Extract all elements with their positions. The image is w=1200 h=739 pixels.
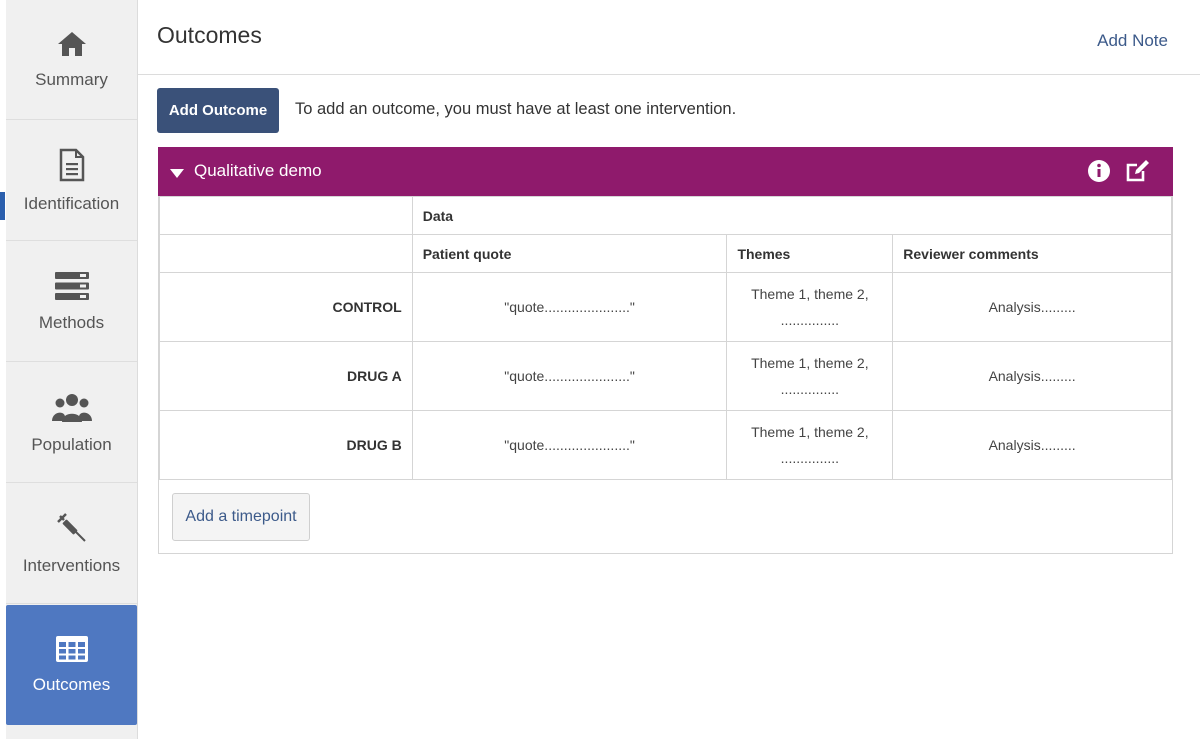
themes-cell[interactable]: Theme 1, theme 2,............... — [726, 341, 894, 411]
users-icon — [51, 391, 92, 423]
sidebar-item-label: Population — [31, 434, 112, 454]
server-icon — [54, 271, 90, 301]
home-icon — [56, 30, 88, 58]
outcome-table: Data Patient quote Themes Reviewer comme… — [159, 196, 1173, 480]
edit-icon[interactable] — [1125, 158, 1151, 189]
table-column-header-row: Patient quote Themes Reviewer comments — [159, 234, 1172, 273]
table-icon — [55, 635, 89, 663]
row-label: DRUG B — [159, 410, 413, 480]
empty-header-cell — [159, 196, 413, 235]
page-title: Outcomes — [157, 22, 262, 48]
outcome-title: Qualitative demo — [194, 161, 322, 180]
data-group-header: Data — [411, 196, 1173, 235]
comment-cell[interactable]: Analysis......... — [892, 410, 1172, 480]
column-header-patient-quote: Patient quote — [411, 234, 728, 273]
edge-marker — [0, 192, 5, 220]
table-group-header-row: Data — [159, 196, 1173, 235]
add-timepoint-button[interactable]: Add a timepoint — [172, 493, 310, 541]
info-icon[interactable] — [1087, 159, 1111, 188]
add-outcome-hint: To add an outcome, you must have at leas… — [295, 100, 737, 118]
quote-cell[interactable]: "quote......................" — [411, 410, 728, 480]
themes-line: Theme 1, theme 2, — [751, 286, 869, 302]
table-row: DRUG A "quote......................" The… — [159, 341, 1172, 411]
themes-line: ............... — [780, 312, 840, 328]
themes-line: Theme 1, theme 2, — [751, 355, 869, 371]
sidebar-item-interventions[interactable]: Interventions — [6, 484, 137, 604]
sidebar-item-population[interactable]: Population — [6, 363, 137, 483]
sidebar-item-identification[interactable]: Identification — [6, 121, 137, 241]
quote-cell[interactable]: "quote......................" — [411, 341, 728, 411]
caret-down-icon[interactable] — [170, 166, 184, 184]
quote-cell[interactable]: "quote......................" — [411, 272, 728, 342]
comment-cell[interactable]: Analysis......... — [892, 272, 1172, 342]
column-header-themes: Themes — [726, 234, 894, 273]
themes-cell[interactable]: Theme 1, theme 2,............... — [726, 410, 894, 480]
themes-line: ............... — [780, 450, 840, 466]
row-label: DRUG A — [159, 341, 413, 411]
row-label: CONTROL — [159, 272, 413, 342]
sidebar-item-label: Methods — [38, 312, 105, 332]
sidebar-item-label: Interventions — [22, 555, 121, 575]
comment-cell[interactable]: Analysis......... — [892, 341, 1172, 411]
outcome-panel: Qualitative demo Data Patient quote Them… — [158, 147, 1173, 554]
sidebar-item-methods[interactable]: Methods — [6, 242, 137, 362]
empty-header-cell — [159, 234, 413, 273]
sidebar-item-label: Summary — [35, 69, 108, 89]
sidebar-item-label: Identification — [23, 193, 120, 213]
table-row: DRUG B "quote......................" The… — [159, 410, 1172, 480]
outcome-panel-header[interactable]: Qualitative demo — [158, 147, 1173, 196]
add-note-link[interactable]: Add Note — [1097, 31, 1168, 51]
themes-cell[interactable]: Theme 1, theme 2,............... — [726, 272, 894, 342]
sidebar-item-label: Outcomes — [32, 675, 111, 694]
add-outcome-button[interactable]: Add Outcome — [157, 88, 279, 133]
themes-line: ............... — [780, 381, 840, 397]
sidebar: Summary Identification Methods Populatio… — [6, 0, 138, 739]
main-content: Outcomes Add Note Add Outcome To add an … — [137, 0, 1200, 739]
sidebar-item-summary[interactable]: Summary — [6, 0, 137, 120]
page-header: Outcomes Add Note — [137, 0, 1200, 75]
document-icon — [58, 148, 86, 182]
themes-line: Theme 1, theme 2, — [751, 424, 869, 440]
syringe-icon — [56, 512, 88, 544]
sidebar-item-outcomes[interactable]: Outcomes — [6, 605, 137, 725]
column-header-reviewer-comments: Reviewer comments — [892, 234, 1172, 273]
table-row: CONTROL "quote......................" Th… — [159, 272, 1172, 342]
